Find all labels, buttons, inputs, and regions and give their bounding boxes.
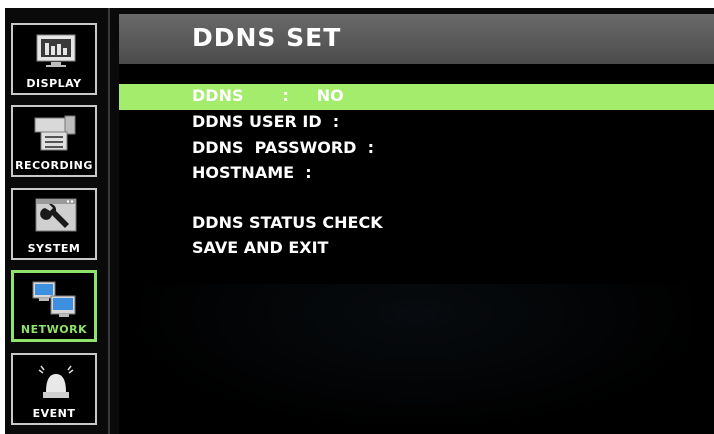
menu-item-ddns-password[interactable]: DDNS PASSWORD :: [119, 136, 714, 162]
page-title: DDNS SET: [192, 23, 342, 52]
sidebar-divider: [108, 8, 110, 434]
sidebar-item-recording[interactable]: RECORDING: [11, 105, 97, 177]
sidebar-item-network[interactable]: NETWORK: [11, 270, 97, 342]
sidebar-item-label: NETWORK: [20, 323, 88, 336]
menu-item-label: DDNS PASSWORD :: [192, 138, 374, 157]
menu-item-hostname[interactable]: HOSTNAME :: [119, 161, 714, 187]
menu-item-save-and-exit[interactable]: SAVE AND EXIT: [119, 236, 714, 262]
title-bar: DDNS SET: [119, 14, 714, 64]
background-glow: [119, 284, 714, 434]
sidebar-item-label: EVENT: [32, 407, 76, 420]
sidebar-item-label: SYSTEM: [27, 242, 81, 255]
menu-item-label: DDNS : NO: [192, 86, 344, 105]
menu-item-ddns-status-check[interactable]: DDNS STATUS CHECK: [119, 211, 714, 237]
menu-item-label: HOSTNAME :: [192, 163, 312, 182]
sidebar-item-event[interactable]: EVENT: [11, 353, 97, 425]
menu-item-label: SAVE AND EXIT: [192, 238, 329, 257]
menu-item-label: DDNS USER ID :: [192, 112, 340, 131]
wrench-icon: [35, 198, 77, 232]
sidebar-item-system[interactable]: SYSTEM: [11, 188, 97, 260]
menu-item-ddns-user-id[interactable]: DDNS USER ID :: [119, 110, 714, 136]
sidebar-item-display[interactable]: DISPLAY: [11, 23, 97, 95]
sidebar-item-label: DISPLAY: [26, 77, 82, 90]
sidebar-item-label: RECORDING: [15, 159, 93, 172]
sidebar: DISPLAY RECORDING SYSTEM NETWORK EVENT: [8, 11, 108, 433]
menu-item-label: DDNS STATUS CHECK: [192, 213, 383, 232]
camera-icon: [34, 115, 76, 151]
alarm-icon: [38, 365, 74, 398]
ddns-settings-panel: DDNS SET DDNS : NO DDNS USER ID : DDNS P…: [119, 14, 714, 434]
network-icon: [32, 281, 76, 317]
menu-item-ddns[interactable]: DDNS : NO: [119, 84, 714, 110]
display-icon: [36, 34, 76, 67]
